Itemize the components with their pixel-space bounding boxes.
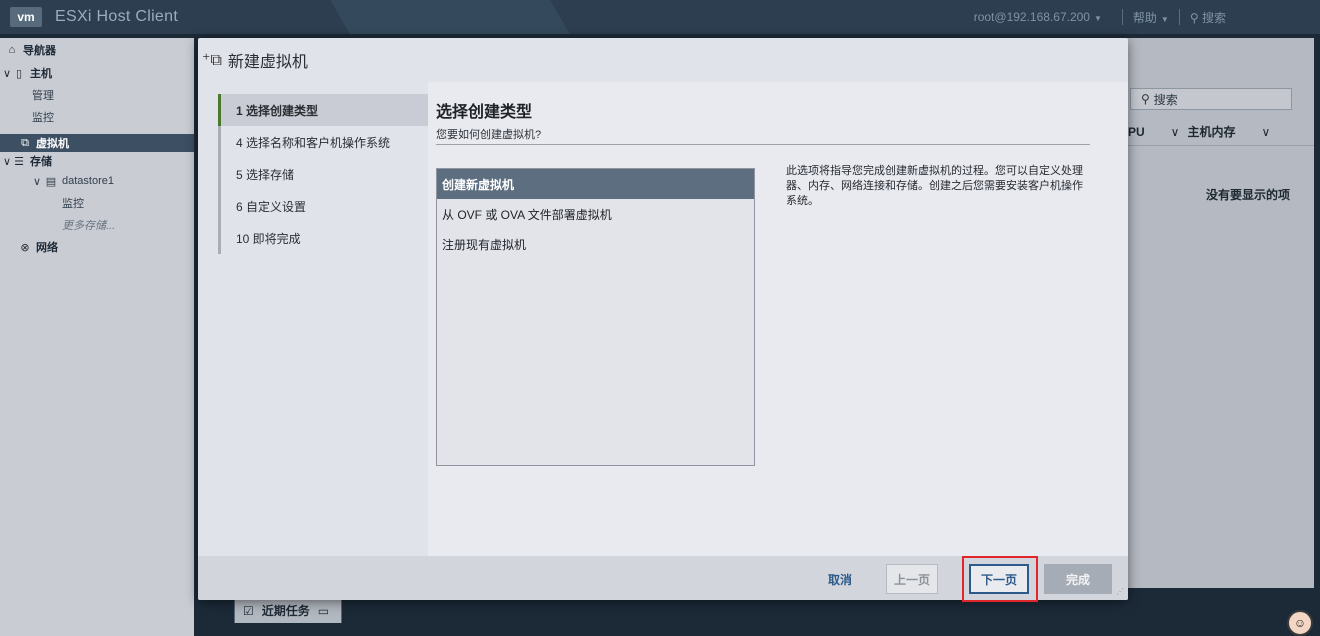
storage-icon: ☰: [14, 155, 24, 168]
table-header: PU ∨ 主机内存 ∨: [1124, 118, 1314, 146]
chevron-down-icon: ▼: [1093, 14, 1102, 23]
wizard-step-4[interactable]: 4 选择名称和客户机操作系统: [218, 126, 428, 158]
dialog-header: ⁺⧉ 新建虚拟机: [198, 38, 1128, 82]
cancel-button[interactable]: 取消: [820, 564, 860, 594]
navigator-header[interactable]: ⌂ 导航器: [0, 38, 194, 62]
creation-type-list: 创建新虚拟机 从 OVF 或 OVA 文件部署虚拟机 注册现有虚拟机: [436, 168, 755, 466]
top-bar: vm ESXi Host Client root@192.168.67.200 ▼…: [0, 0, 1320, 34]
column-host-memory[interactable]: 主机内存: [1187, 123, 1235, 140]
nav-more-storage[interactable]: 更多存储...: [0, 214, 194, 236]
nav-monitor[interactable]: 监控: [0, 106, 194, 128]
nav-manage[interactable]: 管理: [0, 84, 194, 106]
wizard-content: 选择创建类型 您要如何创建虚拟机? 创建新虚拟机 从 OVF 或 OVA 文件部…: [428, 82, 1128, 556]
nav-datastore-monitor[interactable]: 监控: [0, 192, 194, 214]
column-cpu[interactable]: PU: [1128, 125, 1145, 139]
chevron-down-icon: ▼: [1160, 14, 1169, 24]
navigator-panel: ⌂ 导航器 ∨ ▯ 主机 管理 监控 ⧉ 虚拟机 ∨ ☰ 存储 ∨ ▤ datastore1 监…: [0, 38, 194, 636]
vm-logo: vm: [10, 7, 42, 27]
face-icon: ☺: [1293, 616, 1307, 630]
assistant-avatar[interactable]: ☺: [1287, 610, 1313, 636]
new-vm-icon: ⁺⧉: [202, 52, 222, 69]
home-icon: ⌂: [8, 44, 16, 56]
option-register-vm[interactable]: 注册现有虚拟机: [437, 229, 754, 259]
content-subtitle: 您要如何创建虚拟机?: [436, 129, 542, 141]
vm-icon: ⧉: [21, 136, 29, 149]
host-icon: ▯: [15, 67, 23, 80]
checkbox-icon: ☑: [243, 603, 254, 618]
empty-message: 没有要显示的项: [1205, 188, 1290, 202]
content-title: 选择创建类型: [436, 104, 533, 121]
app-title: ESXi Host Client: [55, 8, 179, 25]
wizard-step-1[interactable]: 1 选择创建类型: [218, 94, 428, 126]
nav-host[interactable]: ∨ ▯ 主机: [0, 62, 194, 84]
wizard-step-10[interactable]: 10 即将完成: [218, 222, 428, 254]
nav-storage[interactable]: ∨ ☰ 存储: [0, 152, 194, 170]
collapse-icon: ∨: [2, 155, 12, 168]
nav-datastore[interactable]: ∨ ▤ datastore1: [0, 170, 194, 192]
previous-button[interactable]: 上一页: [886, 564, 938, 594]
dialog-footer: 取消 上一页 下一页 完成 ⋰: [198, 556, 1128, 600]
option-description: 此选项将指导您完成创建新虚拟机的过程。您可以自定义处理器、内存、网络连接和存储。…: [786, 165, 1083, 207]
maximize-icon: ▭: [317, 603, 330, 618]
recent-tasks-tab[interactable]: ☑ 近期任务 ▭: [234, 597, 342, 623]
wizard-steps: 1 选择创建类型 4 选择名称和客户机操作系统 5 选择存储 6 自定义设置 1…: [218, 94, 428, 254]
finish-button[interactable]: 完成: [1044, 564, 1112, 594]
wizard-step-5[interactable]: 5 选择存储: [218, 158, 428, 190]
wizard-step-6[interactable]: 6 自定义设置: [218, 190, 428, 222]
vm-search-input[interactable]: ⚲ 搜索: [1130, 88, 1292, 110]
vm-list-background: ⚲ 搜索 PU ∨ 主机内存 ∨ 没有要显示的项: [1124, 38, 1314, 588]
option-create-new-vm[interactable]: 创建新虚拟机: [437, 169, 754, 199]
search-icon: ⚲: [1141, 92, 1150, 106]
help-menu[interactable]: 帮助 ▼: [1133, 9, 1169, 26]
resize-grip-icon[interactable]: ⋰: [1116, 587, 1124, 596]
search-icon: ⚲: [1189, 10, 1199, 25]
top-right-menu: root@192.168.67.200 ▼ 帮助 ▼ ⚲ 搜索: [974, 0, 1320, 34]
network-icon: ⊗: [20, 241, 30, 254]
option-deploy-ovf[interactable]: 从 OVF 或 OVA 文件部署虚拟机: [437, 199, 754, 229]
datastore-icon: ▤: [45, 175, 57, 188]
collapse-icon: ∨: [2, 67, 12, 80]
nav-network[interactable]: ⊗ 网络: [0, 236, 194, 258]
chevron-down-icon[interactable]: ∨: [1171, 125, 1180, 139]
global-search[interactable]: ⚲ 搜索: [1190, 9, 1226, 26]
dialog-title: 新建虚拟机: [227, 54, 308, 71]
collapse-icon: ∨: [32, 175, 42, 188]
new-vm-dialog: ⁺⧉ 新建虚拟机 1 选择创建类型 4 选择名称和客户机操作系统 5 选择存储 …: [198, 38, 1128, 600]
chevron-down-icon[interactable]: ∨: [1261, 125, 1270, 139]
user-menu[interactable]: root@192.168.67.200 ▼: [974, 10, 1102, 24]
nav-vms[interactable]: ⧉ 虚拟机: [0, 134, 194, 152]
next-button[interactable]: 下一页: [969, 564, 1029, 594]
